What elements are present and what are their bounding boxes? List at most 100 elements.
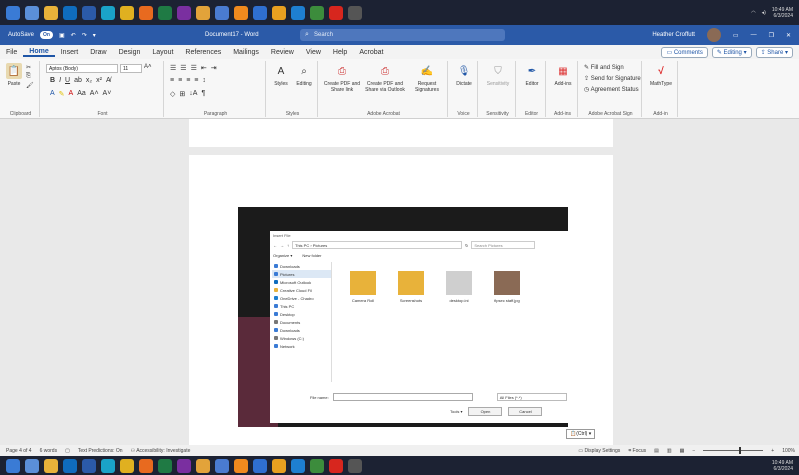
customize-qat-icon[interactable]: ▾ [93,32,96,39]
excel-icon[interactable] [158,458,172,473]
create-pdf-outlook-button[interactable]: ⎙ Create PDF and Share via Outlook [364,63,406,94]
acrobat-icon[interactable] [329,458,343,473]
file-explorer-icon[interactable] [44,458,58,473]
format-painter-icon[interactable]: 🖌 [26,82,34,89]
minimize-icon[interactable]: — [751,32,757,38]
acrobat-icon[interactable] [329,5,343,20]
subscript-icon[interactable]: x₂ [86,77,92,84]
outlook-icon[interactable] [63,458,77,473]
multilevel-icon[interactable]: ☰ [191,64,197,72]
tab-draw[interactable]: Draw [84,49,112,56]
italic-icon[interactable]: I [59,77,61,84]
justify-icon[interactable]: ≡ [194,77,198,84]
create-pdf-share-link-button[interactable]: ⎙ Create PDF and Share link [322,63,362,94]
tab-help[interactable]: Help [327,49,353,56]
bold-icon[interactable]: B [50,77,55,84]
web-layout-icon[interactable]: ▦ [680,448,685,454]
underline-icon[interactable]: U [65,77,70,84]
tab-view[interactable]: View [300,49,327,56]
close-icon[interactable]: ✕ [786,32,791,39]
app-icon-3[interactable] [253,5,267,20]
styles-button[interactable]: A Styles [270,63,292,88]
edge-icon[interactable] [101,5,115,20]
vlc-icon[interactable] [234,5,248,20]
tab-references[interactable]: References [179,49,227,56]
chrome-icon[interactable] [120,5,134,20]
zoom-slider[interactable] [703,447,764,454]
app-icon[interactable] [196,458,210,473]
align-right-icon[interactable]: ≡ [186,77,190,84]
bottom-clock[interactable]: 10:49 AM 6/3/2024 [772,460,799,472]
autosave-toggle[interactable]: On [40,31,53,39]
tab-acrobat[interactable]: Acrobat [353,49,389,56]
tab-file[interactable]: File [0,49,23,56]
start-icon[interactable] [6,458,20,473]
app-icon-3[interactable] [253,458,267,473]
clock[interactable]: 10:49 AM 6/3/2024 [772,7,793,19]
font-name-box[interactable]: Aptos (Body) [46,64,118,73]
app-icon-6[interactable] [310,458,324,473]
app-icon-2[interactable] [215,5,229,20]
avatar[interactable] [706,28,721,42]
zoom-level[interactable]: 100% [782,448,795,454]
increase-indent-icon[interactable]: ⇥ [211,64,217,72]
app-icon[interactable] [196,5,210,20]
mathtype-button[interactable]: √ MathType [646,63,676,88]
taskview-icon[interactable] [25,458,39,473]
tab-mailings[interactable]: Mailings [227,49,265,56]
font-color-icon[interactable]: A [69,90,74,98]
align-center-icon[interactable]: ≡ [178,77,182,84]
decrease-indent-icon[interactable]: ⇤ [201,64,207,72]
word-icon[interactable] [82,458,96,473]
sensitivity-button[interactable]: ⛉ Sensitivity [482,63,514,88]
tab-layout[interactable]: Layout [146,49,179,56]
file-explorer-icon[interactable] [44,5,58,20]
editor-button[interactable]: ✒ Editor [520,63,544,88]
word-icon[interactable] [82,5,96,20]
text-effects-icon[interactable]: A [50,90,55,98]
edge-icon[interactable] [101,458,115,473]
restore-icon[interactable]: ❐ [769,32,774,39]
app-icon-4[interactable] [272,5,286,20]
inserted-screenshot[interactable]: Insert File ← → ↑ This PC › Pictures ↻ S… [238,207,568,427]
camera-icon[interactable] [348,5,362,20]
focus-mode[interactable]: ⌗ Focus [628,448,646,454]
text-predictions[interactable]: Text Predictions: On [78,448,123,454]
change-case-icon[interactable]: Aa [77,90,86,98]
show-marks-icon[interactable]: ¶ [201,90,205,98]
fill-sign-button[interactable]: ✎ Fill and Sign [584,64,641,71]
paste-button[interactable]: 📋 Paste [4,63,24,87]
copy-icon[interactable]: ⎘ [26,73,34,80]
outlook-icon[interactable] [63,5,77,20]
app-icon-6[interactable] [310,5,324,20]
firefox-icon[interactable] [139,5,153,20]
font-size-box[interactable]: 11 [120,64,142,73]
print-layout-icon[interactable]: ▥ [667,448,672,454]
excel-icon[interactable] [158,5,172,20]
app-icon-5[interactable] [291,458,305,473]
zoom-out-icon[interactable]: − [692,448,695,454]
zoom-slider-knob[interactable] [739,447,742,454]
chrome-icon[interactable] [120,458,134,473]
paste-options-button[interactable]: 📋(Ctrl) ▾ [566,429,596,439]
tab-review[interactable]: Review [265,49,300,56]
align-left-icon[interactable]: ≡ [170,77,174,84]
superscript-icon[interactable]: x² [96,77,102,84]
app-icon-5[interactable] [291,5,305,20]
zoom-in-icon[interactable]: + [771,448,774,454]
highlight-icon[interactable]: ✎ [59,90,65,98]
editing-mode-button[interactable]: ✎ Editing ▾ [711,46,752,58]
line-spacing-icon[interactable]: ↕ [202,77,206,84]
bullets-icon[interactable]: ☰ [170,64,176,72]
request-signatures-button[interactable]: ✍ Request Signatures [408,63,446,94]
borders-icon[interactable]: ⊞ [179,90,185,98]
display-settings[interactable]: ▭ Display Settings [578,448,620,454]
app-icon-4[interactable] [272,458,286,473]
clear-format-icon[interactable]: A̸ [106,77,111,84]
cut-icon[interactable]: ✂ [26,64,34,71]
decrease-font-icon[interactable]: A˅ [103,90,112,98]
ribbon-display-icon[interactable]: ▭ [733,32,739,39]
proofing-icon[interactable]: ▢ [65,448,70,454]
word-count[interactable]: 6 words [40,448,58,454]
shading-icon[interactable]: ◇ [170,90,175,98]
